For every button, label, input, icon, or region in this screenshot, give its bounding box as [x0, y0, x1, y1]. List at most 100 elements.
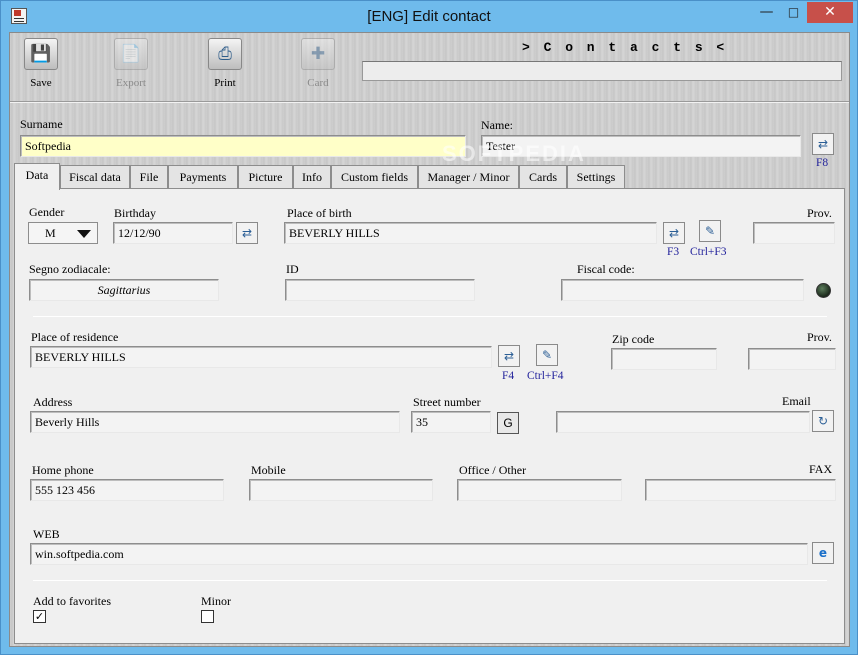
- book-arrow-icon: ⇄: [817, 137, 829, 151]
- window-title: [ENG] Edit contact: [367, 8, 491, 25]
- gender-label: Gender: [29, 205, 65, 219]
- office-field[interactable]: [457, 479, 622, 501]
- surname-label: Surname: [20, 117, 63, 131]
- zodiac-label: Segno zodiacale:: [29, 262, 111, 276]
- address-field[interactable]: Beverly Hills: [30, 411, 400, 433]
- export-icon: 📄: [114, 38, 148, 70]
- fiscal-code-field[interactable]: [561, 279, 804, 301]
- tab-picture[interactable]: Picture: [238, 165, 293, 189]
- open-web-button[interactable]: e: [812, 542, 834, 564]
- pencil-icon: ✎: [541, 348, 553, 362]
- residence-shortcut-f4: F4: [502, 370, 515, 382]
- id-label: ID: [286, 262, 299, 276]
- zip-code-label: Zip code: [612, 332, 655, 346]
- birth-shortcut-ctrl-f3: Ctrl+F3: [690, 246, 727, 258]
- chevron-down-icon: [77, 230, 91, 238]
- gender-value: M: [45, 226, 56, 240]
- birth-place-edit-button[interactable]: ✎: [699, 220, 721, 242]
- name-lookup-button[interactable]: ⇄: [812, 133, 834, 155]
- prov-label: Prov.: [807, 206, 832, 220]
- minor-label: Minor: [201, 594, 231, 608]
- fax-field[interactable]: [645, 479, 836, 501]
- minimize-button[interactable]: —: [753, 2, 780, 23]
- email-field[interactable]: [556, 411, 810, 433]
- tab-settings[interactable]: Settings: [567, 165, 625, 189]
- tab-data[interactable]: Data: [14, 163, 60, 190]
- print-button[interactable]: ⎙ Print: [194, 38, 256, 94]
- residence-edit-button[interactable]: ✎: [536, 344, 558, 366]
- client-area: 💾 Save 📄 Export ⎙ Print ✚ Card > C o n t…: [9, 32, 850, 647]
- export-label: Export: [116, 77, 146, 89]
- id-field[interactable]: [285, 279, 475, 301]
- save-icon: 💾: [24, 38, 58, 70]
- book-arrow-icon: ⇄: [503, 349, 515, 363]
- web-label: WEB: [33, 527, 60, 541]
- fiscal-status-indicator: [816, 283, 831, 298]
- save-label: Save: [30, 77, 52, 89]
- home-phone-field[interactable]: 555 123 456: [30, 479, 224, 501]
- favorites-checkbox[interactable]: ✓: [33, 610, 46, 623]
- street-number-label: Street number: [413, 395, 481, 409]
- save-button[interactable]: 💾 Save: [10, 38, 72, 94]
- book-arrow-icon: ⇄: [241, 226, 253, 240]
- zip-code-field[interactable]: [611, 348, 717, 370]
- birth-place-lookup-button[interactable]: ⇄: [663, 222, 685, 244]
- home-phone-label: Home phone: [32, 463, 94, 477]
- name-label: Name:: [481, 118, 513, 132]
- residence-label: Place of residence: [31, 330, 119, 344]
- street-number-field[interactable]: 35: [411, 411, 491, 433]
- residence-field[interactable]: BEVERLY HILLS: [30, 346, 492, 368]
- web-field[interactable]: win.softpedia.com: [30, 543, 808, 565]
- google-maps-button[interactable]: G: [497, 412, 519, 434]
- export-button[interactable]: 📄 Export: [100, 38, 162, 94]
- internet-explorer-icon: e: [818, 546, 828, 560]
- tab-fiscal-data[interactable]: Fiscal data: [60, 165, 130, 189]
- close-button[interactable]: ✕: [807, 2, 853, 23]
- tab-cards[interactable]: Cards: [519, 165, 567, 189]
- tab-manager-minor[interactable]: Manager / Minor: [418, 165, 519, 189]
- toolbar-divider: [10, 101, 849, 103]
- divider: [33, 316, 827, 317]
- data-panel: Gender M Birthday 12/12/90 ⇄ Place of bi…: [14, 188, 845, 644]
- surname-field[interactable]: Softpedia: [20, 135, 466, 157]
- residence-shortcut-ctrl-f4: Ctrl+F4: [527, 370, 564, 382]
- prov-birth-field[interactable]: [753, 222, 835, 244]
- tab-custom-fields[interactable]: Custom fields: [331, 165, 418, 189]
- printer-icon: ⎙: [208, 38, 242, 70]
- birthday-field[interactable]: 12/12/90: [113, 222, 233, 244]
- place-of-birth-field[interactable]: BEVERLY HILLS: [284, 222, 657, 244]
- office-label: Office / Other: [459, 463, 527, 477]
- send-email-button[interactable]: ↻: [812, 410, 834, 432]
- tab-info[interactable]: Info: [293, 165, 331, 189]
- edit-contact-window: [ENG] Edit contact — □ ✕ 💾 Save 📄 Export…: [0, 0, 858, 655]
- mobile-label: Mobile: [251, 463, 286, 477]
- card-button[interactable]: ✚ Card: [287, 38, 349, 94]
- section-label: > C o n t a c t s <: [522, 40, 728, 55]
- watermark: SOFTPEDIA: [442, 141, 586, 166]
- gender-select[interactable]: M: [28, 222, 98, 244]
- card-label: Card: [307, 77, 329, 89]
- book-arrow-icon: ⇄: [668, 226, 680, 240]
- address-label: Address: [33, 395, 73, 409]
- birth-shortcut-f3: F3: [667, 246, 680, 258]
- print-label: Print: [214, 77, 236, 89]
- refresh-arrows-icon: ↻: [817, 414, 829, 428]
- tab-payments[interactable]: Payments: [168, 165, 238, 189]
- tab-file[interactable]: File: [130, 165, 168, 189]
- minor-checkbox[interactable]: [201, 610, 214, 623]
- prov-residence-field[interactable]: [748, 348, 836, 370]
- status-strip: [362, 61, 842, 81]
- name-shortcut-key: F8: [816, 157, 829, 169]
- title-bar: [ENG] Edit contact — □ ✕: [1, 1, 857, 32]
- email-label: Email: [782, 394, 811, 408]
- favorites-label: Add to favorites: [33, 594, 111, 608]
- birthday-calendar-button[interactable]: ⇄: [236, 222, 258, 244]
- maximize-button[interactable]: □: [780, 2, 807, 23]
- place-of-birth-label: Place of birth: [287, 206, 352, 220]
- fiscal-code-label: Fiscal code:: [577, 262, 635, 276]
- mobile-field[interactable]: [249, 479, 433, 501]
- card-plus-icon: ✚: [301, 38, 335, 70]
- fax-label: FAX: [809, 462, 833, 476]
- residence-lookup-button[interactable]: ⇄: [498, 345, 520, 367]
- zodiac-field: Sagittarius: [29, 279, 219, 301]
